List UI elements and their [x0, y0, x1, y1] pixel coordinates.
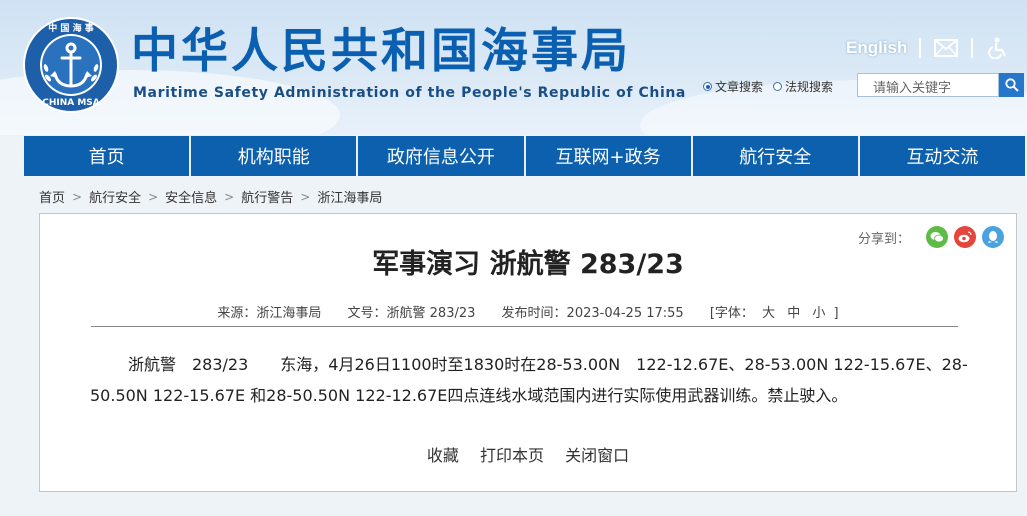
top-links: English — [846, 36, 1011, 60]
search-button[interactable] — [999, 73, 1024, 97]
article-doc-number: 文号：浙航警 283/23 — [347, 306, 476, 321]
chevron-right-icon: > — [148, 189, 159, 204]
radio-icon — [773, 82, 783, 91]
article-source: 来源：浙江海事局 — [217, 306, 322, 321]
article-meta: 来源：浙江海事局 文号：浙航警 283/23 发布时间：2023-04-25 1… — [40, 302, 1016, 321]
accessibility-icon[interactable] — [985, 36, 1011, 60]
chevron-right-icon: > — [300, 189, 311, 204]
english-link[interactable]: English — [846, 38, 907, 58]
divider — [919, 38, 922, 58]
nav-item-interaction[interactable]: 互动交流 — [860, 136, 1025, 176]
nav-item-gov-info[interactable]: 政府信息公开 — [358, 136, 526, 176]
font-size-label: [字体： — [709, 306, 754, 321]
breadcrumb: 首页 > 航行安全 > 安全信息 > 航行警告 > 浙江海事局 — [39, 187, 382, 207]
site-title-en: Maritime Safety Administration of the Pe… — [133, 85, 686, 101]
article-body: 浙航警 283/23 东海，4月26日1100时至1830时在28-53.00N… — [90, 355, 968, 405]
breadcrumb-item[interactable]: 安全信息 — [165, 187, 217, 206]
site-header: 中 国 海 事 CHINA MSA 中华人民共和国海事局 Maritime Sa… — [0, 0, 1027, 135]
font-size-small[interactable]: 小 — [812, 306, 825, 321]
article-title: 军事演习 浙航警 283/23 — [372, 249, 684, 280]
search-option-regulation[interactable]: 法规搜索 — [773, 78, 833, 95]
font-size-switcher: [字体： 大 中 小 ] — [710, 306, 839, 321]
svg-text:CHINA MSA: CHINA MSA — [42, 98, 100, 108]
nav-item-nav-safety[interactable]: 航行安全 — [693, 136, 860, 176]
close-window-link[interactable]: 关闭窗口 — [565, 446, 629, 465]
nav-item-internet-gov[interactable]: 互联网+政务 — [526, 136, 693, 176]
nav-item-home[interactable]: 首页 — [24, 136, 192, 176]
china-msa-logo[interactable]: 中 国 海 事 CHINA MSA — [22, 16, 120, 114]
font-size-large[interactable]: 大 — [762, 306, 775, 321]
svg-text:中 国 海 事: 中 国 海 事 — [48, 22, 93, 34]
breadcrumb-item[interactable]: 航行警告 — [241, 187, 293, 206]
divider — [91, 326, 958, 327]
search-option-label: 法规搜索 — [785, 80, 834, 94]
search-type-options: 文章搜索 法规搜索 — [703, 78, 843, 95]
nav-item-functions[interactable]: 机构职能 — [191, 136, 359, 176]
breadcrumb-item[interactable]: 航行安全 — [89, 187, 141, 206]
font-size-close: ] — [833, 306, 839, 321]
chevron-right-icon: > — [224, 189, 235, 204]
search-input[interactable]: 请输入关键字 — [857, 73, 999, 97]
main-nav: 首页 机构职能 政府信息公开 互联网+政务 航行安全 互动交流 — [24, 136, 1025, 176]
divider — [971, 38, 974, 58]
search-icon — [1004, 78, 1019, 92]
article-publish-time: 发布时间：2023-04-25 17:55 — [501, 306, 684, 321]
breadcrumb-item[interactable]: 浙江海事局 — [317, 187, 382, 206]
search-option-label: 文章搜索 — [715, 80, 764, 94]
article-panel: 分享到： 军事演习 浙航警 283/23 来源：浙江海事局 文号：浙航警 283… — [39, 213, 1017, 492]
mail-icon[interactable] — [933, 36, 959, 60]
font-size-medium[interactable]: 中 — [787, 306, 800, 321]
search-option-article[interactable]: 文章搜索 — [703, 78, 763, 95]
favorite-link[interactable]: 收藏 — [427, 446, 459, 465]
print-link[interactable]: 打印本页 — [480, 446, 544, 465]
article-actions: 收藏 打印本页 关闭窗口 — [40, 442, 1016, 466]
radio-selected-icon — [703, 82, 712, 91]
site-title-cn: 中华人民共和国海事局 — [131, 24, 631, 79]
breadcrumb-item[interactable]: 首页 — [39, 187, 65, 206]
chevron-right-icon: > — [72, 189, 83, 204]
